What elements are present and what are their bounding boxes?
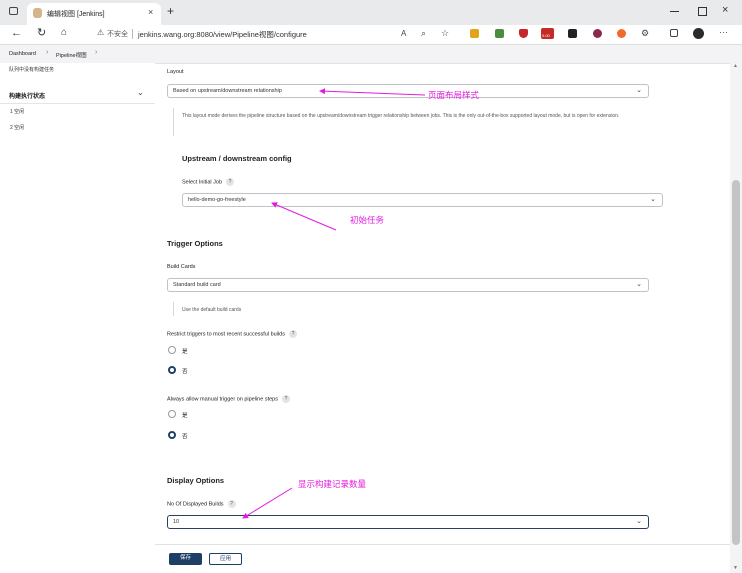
layout-annotation-arrow	[319, 88, 426, 96]
initial-job-annotation: 初始任务	[350, 215, 385, 225]
builds-annotation-arrow	[242, 487, 293, 519]
annotation-arrows	[242, 88, 426, 519]
layout-annotation: 页面布局样式	[428, 90, 480, 100]
builds-annotation: 显示构建记录数量	[298, 479, 367, 489]
initial-job-annotation-arrow	[271, 202, 337, 231]
